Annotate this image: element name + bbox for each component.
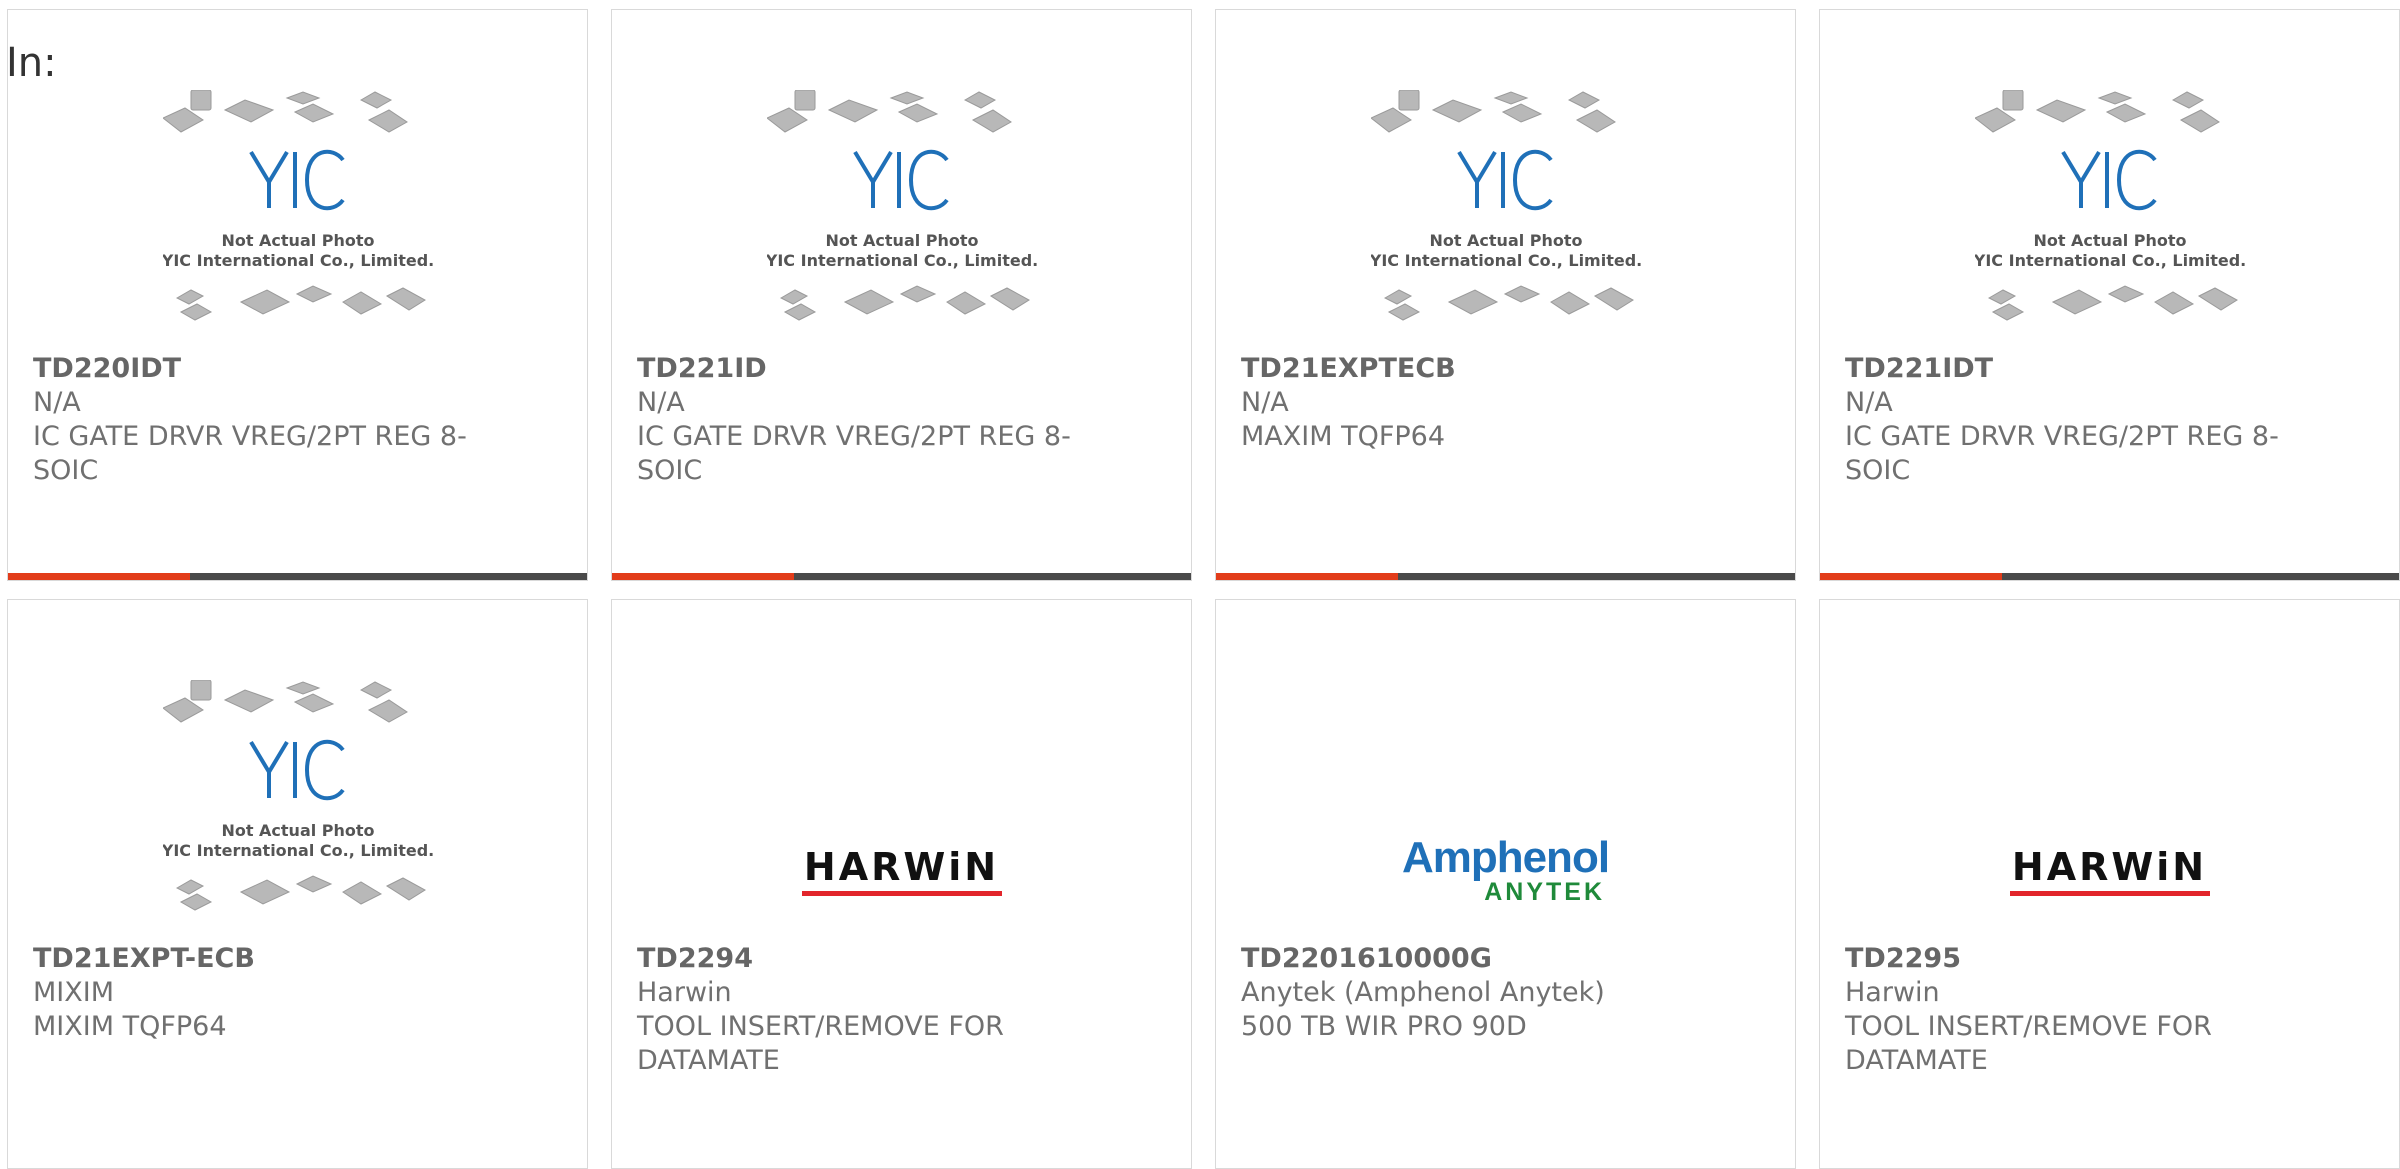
placeholder-caption: Not Actual Photo	[1429, 231, 1582, 250]
product-description: 500 TB WIR PRO 90D	[1241, 1011, 1527, 1042]
product-description: IC GATE DRVR VREG/2PT REG 8-SOIC	[1845, 421, 2279, 486]
product-card[interactable]: Not Actual Photo YIC International Co., …	[1215, 9, 1796, 581]
manufacturer: Anytek (Amphenol Anytek)	[1241, 977, 1605, 1008]
amphenol-anytek-logo: Amphenol ANYTEK	[1216, 810, 1795, 930]
product-image[interactable]: HARWiN	[1820, 680, 2399, 950]
card-bottom-bar	[612, 573, 1191, 580]
placeholder-caption: Not Actual Photo	[2033, 231, 2186, 250]
product-card[interactable]: Not Actual Photo YIC International Co., …	[1819, 9, 2400, 581]
placeholder-company: YIC International Co., Limited.	[163, 841, 433, 860]
manufacturer: N/A	[1845, 387, 1893, 418]
placeholder-company: YIC International Co., Limited.	[767, 251, 1037, 270]
placeholder-caption: Not Actual Photo	[825, 231, 978, 250]
harwin-logo: HARWiN	[612, 810, 1191, 930]
card-accent-bar	[8, 573, 190, 580]
part-number[interactable]: TD21EXPT-ECB	[33, 942, 497, 976]
amphenol-logo-text: Amphenol	[1401, 833, 1610, 882]
product-image[interactable]: Amphenol ANYTEK	[1216, 680, 1795, 950]
product-info: TD21EXPTECB N/A MAXIM TQFP64	[1241, 352, 1705, 454]
product-info: TD2294 Harwin TOOL INSERT/REMOVE FOR DATAM…	[637, 942, 1101, 1078]
product-image[interactable]: Not Actual Photo YIC International Co., …	[1216, 90, 1795, 360]
product-card[interactable]: Not Actual Photo YIC International Co., …	[611, 9, 1192, 581]
placeholder-chip-icon: Not Actual Photo YIC International Co., …	[162, 90, 433, 321]
product-description: MAXIM TQFP64	[1241, 421, 1446, 452]
part-number[interactable]: TD221ID	[637, 352, 1101, 386]
harwin-logo-underline	[801, 890, 1002, 896]
card-accent-bar	[612, 573, 794, 580]
placeholder-caption: Not Actual Photo	[221, 231, 374, 250]
product-info: TD221ID N/A IC GATE DRVR VREG/2PT REG 8-SO…	[637, 352, 1101, 488]
product-description: IC GATE DRVR VREG/2PT REG 8-SOIC	[637, 421, 1071, 486]
product-card[interactable]: HARWiN TD2295 Harwin TOOL INSERT/REMOVE FOR…	[1819, 599, 2400, 1169]
placeholder-company: YIC International Co., Limited.	[1371, 251, 1641, 270]
card-accent-bar	[1216, 573, 1398, 580]
placeholder-company: YIC International Co., Limited.	[1975, 251, 2245, 270]
product-description: MIXIM TQFP64	[33, 1011, 227, 1042]
manufacturer: MIXIM	[33, 977, 115, 1008]
harwin-logo-text: HARWiN	[2011, 844, 2208, 889]
product-info: TD221IDT N/A IC GATE DRVR VREG/2PT REG 8-S…	[1845, 352, 2309, 488]
product-image[interactable]: Not Actual Photo YIC International Co., …	[8, 90, 587, 360]
card-bottom-bar	[8, 573, 587, 580]
product-card[interactable]: HARWiN TD2294 Harwin TOOL INSERT/REMOVE FOR…	[611, 599, 1192, 1169]
part-number[interactable]: TD21EXPTECB	[1241, 352, 1705, 386]
card-bottom-bar	[1820, 573, 2399, 580]
harwin-logo-underline	[2009, 890, 2210, 896]
manufacturer: N/A	[637, 387, 685, 418]
product-card[interactable]: Not Actual Photo YIC International Co., …	[7, 599, 588, 1169]
product-description: IC GATE DRVR VREG/2PT REG 8-SOIC	[33, 421, 467, 486]
part-number[interactable]: TD220IDT	[33, 352, 497, 386]
product-info: TD2201610000G Anytek (Amphenol Anytek) 500…	[1241, 942, 1705, 1044]
manufacturer: N/A	[33, 387, 81, 418]
product-info: TD21EXPT-ECB MIXIM MIXIM TQFP64	[33, 942, 497, 1044]
product-image[interactable]: Not Actual Photo YIC International Co., …	[612, 90, 1191, 360]
card-bottom-bar	[1216, 573, 1795, 580]
placeholder-chip-icon: Not Actual Photo YIC International Co., …	[162, 680, 433, 911]
product-info: TD220IDT N/A IC GATE DRVR VREG/2PT REG 8-S…	[33, 352, 497, 488]
placeholder-chip-icon: Not Actual Photo YIC International Co., …	[766, 90, 1037, 321]
card-accent-bar	[1820, 573, 2002, 580]
manufacturer: N/A	[1241, 387, 1289, 418]
part-number[interactable]: TD2201610000G	[1241, 942, 1705, 976]
product-description: TOOL INSERT/REMOVE FOR DATAMATE	[637, 1011, 1004, 1076]
product-image[interactable]: HARWiN	[612, 680, 1191, 950]
placeholder-company: YIC International Co., Limited.	[163, 251, 433, 270]
placeholder-chip-icon: Not Actual Photo YIC International Co., …	[1974, 90, 2245, 321]
part-number[interactable]: TD2294	[637, 942, 1101, 976]
product-description: TOOL INSERT/REMOVE FOR DATAMATE	[1845, 1011, 2212, 1076]
filter-label: In:	[6, 40, 57, 86]
placeholder-chip-icon: Not Actual Photo YIC International Co., …	[1370, 90, 1641, 321]
anytek-logo-text: ANYTEK	[1484, 878, 1606, 906]
product-info: TD2295 Harwin TOOL INSERT/REMOVE FOR DATAM…	[1845, 942, 2309, 1078]
product-card[interactable]: Amphenol ANYTEK TD2201610000G Anytek (Amphe…	[1215, 599, 1796, 1169]
product-image[interactable]: Not Actual Photo YIC International Co., …	[8, 680, 587, 950]
product-image[interactable]: Not Actual Photo YIC International Co., …	[1820, 90, 2399, 360]
part-number[interactable]: TD2295	[1845, 942, 2309, 976]
harwin-logo: HARWiN	[1820, 810, 2399, 930]
part-number[interactable]: TD221IDT	[1845, 352, 2309, 386]
placeholder-caption: Not Actual Photo	[221, 821, 374, 840]
product-card[interactable]: Not Actual Photo YIC International Co., …	[7, 9, 588, 581]
manufacturer: Harwin	[1845, 977, 1940, 1008]
harwin-logo-text: HARWiN	[803, 844, 1000, 889]
manufacturer: Harwin	[637, 977, 732, 1008]
